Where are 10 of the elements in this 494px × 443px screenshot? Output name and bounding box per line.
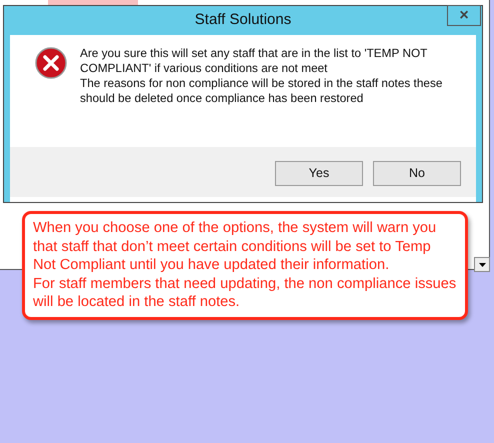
dialog-button[interactable]: Yes: [275, 161, 363, 186]
error-icon: [35, 47, 67, 79]
dropdown-arrow-button[interactable]: [474, 257, 490, 272]
caret-icon: [478, 262, 486, 266]
message-text: The reasons for non compliance will be stored in the staff notes these should be deleted once compliance has been restored: [80, 76, 444, 106]
message-text: Are you sure this will set any staff that are in the list to 'TEMP NOT COMPLIANT' if various conditions are not meet: [80, 46, 428, 76]
close-button[interactable]: ×: [447, 5, 481, 26]
dialog-button[interactable]: No: [373, 161, 461, 186]
window-title: Staff Solutions: [194, 10, 292, 30]
callout-note: When you choose one of the options, the system will warn you that staff that don’t meet certain conditions will be set to Temp Not Compliant until you have updated their information. For staff members that need updating, the non compliance issues will be located in the staff notes.: [22, 211, 468, 320]
